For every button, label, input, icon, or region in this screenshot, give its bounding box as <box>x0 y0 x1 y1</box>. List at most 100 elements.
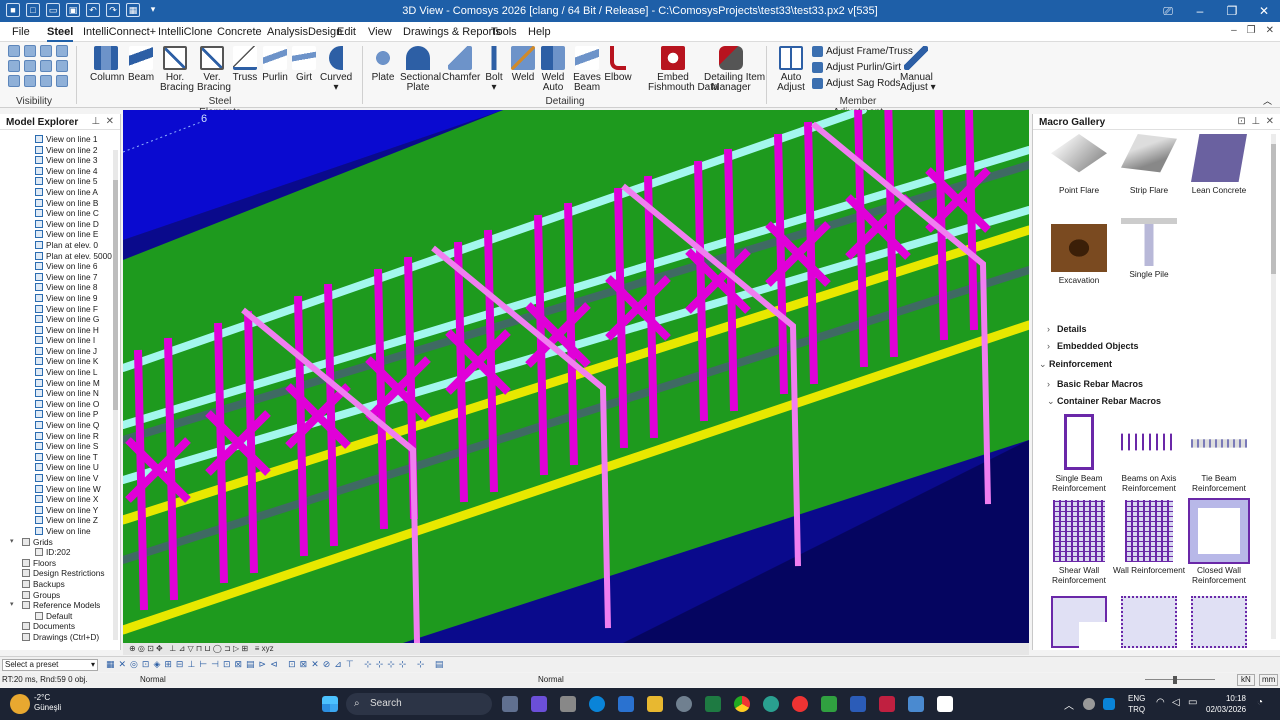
length-unit[interactable]: mm <box>1259 674 1279 686</box>
viewport-toolbar[interactable]: ⊕ ◎ ⊡ ✥ ⊥ ⊿ ▽ ⊓ ⊔ ◯ ⊐ ▷ ⊞ ≡ xyz <box>123 643 1029 655</box>
visibility-tool-icon[interactable] <box>8 45 20 57</box>
macro-rect-column-reinforcement[interactable] <box>1113 596 1185 652</box>
menu-file[interactable]: File <box>12 26 30 38</box>
menu-help[interactable]: Help <box>528 26 551 38</box>
manual-adjust-button[interactable]: Manual Adjust ▾ <box>900 46 936 93</box>
input-language[interactable]: ENG TRQ <box>1128 693 1145 715</box>
macro-lean-concrete[interactable]: Lean Concrete <box>1183 134 1255 196</box>
pin-close-icons[interactable]: ⊥ ✕ <box>91 116 114 127</box>
macro-beams-on-axis-reinforcement[interactable]: Beams on Axis Reinforcement <box>1113 414 1185 493</box>
beam-button[interactable]: Beam <box>128 46 154 83</box>
tree-item-view[interactable]: View on line T <box>0 452 120 463</box>
adjust-frame-truss-button[interactable]: Adjust Frame/Truss <box>812 46 913 57</box>
chrome-icon[interactable] <box>734 696 750 712</box>
sectional-plate-button[interactable]: Sectional Plate <box>400 46 441 93</box>
tree-item-view[interactable]: View on line B <box>0 198 120 209</box>
macro-single-pile[interactable]: Single Pile <box>1113 218 1185 280</box>
tree-item-view[interactable]: View on line J <box>0 346 120 357</box>
tree-item-view[interactable]: View on line O <box>0 399 120 410</box>
tree-item-reference-models[interactable]: ▾ Reference Models <box>0 600 120 611</box>
tree-item-view[interactable]: View on line I <box>0 335 120 346</box>
gallery-scrollbar[interactable] <box>1271 134 1276 639</box>
menu-tools[interactable]: Tools <box>491 26 517 38</box>
file-explorer-icon[interactable] <box>647 696 663 712</box>
visibility-tool-icon[interactable] <box>56 60 68 72</box>
zoom-slider-thumb[interactable] <box>1173 676 1177 684</box>
hor-bracing-button[interactable]: Hor. Bracing <box>160 46 194 93</box>
mdi-restore-icon[interactable]: ❐ <box>1247 25 1256 36</box>
truss-button[interactable]: Truss <box>231 46 259 83</box>
menu-drawings-reports[interactable]: Drawings & Reports <box>403 26 501 38</box>
battery-icon[interactable]: ▭ <box>1188 697 1197 708</box>
minimize-button[interactable]: – <box>1184 0 1216 22</box>
tree-item-view[interactable]: View on line X <box>0 494 120 505</box>
bolt-button[interactable]: Bolt ▾ <box>482 46 506 93</box>
section-reinforcement[interactable]: ⌄ Reinforcement <box>1039 359 1112 370</box>
collapse-ribbon-icon[interactable]: ︿ <box>1263 94 1272 107</box>
mdi-minimize-icon[interactable]: – <box>1231 25 1237 36</box>
tree-item-view[interactable]: View on line F <box>0 304 120 315</box>
tree-item-view[interactable]: View on line 7 <box>0 272 120 283</box>
tree-item-floors[interactable]: Floors <box>0 558 120 569</box>
macro-l-column-reinforcement[interactable] <box>1043 596 1115 652</box>
tree-item-view[interactable]: View on line 1 <box>0 134 120 145</box>
adjust-sag-rods-button[interactable]: Adjust Sag Rods <box>812 78 901 89</box>
chamfer-button[interactable]: Chamfer <box>442 46 480 83</box>
explorer-scrollbar[interactable] <box>113 150 118 640</box>
chrome-alt-icon[interactable] <box>792 696 808 712</box>
macro-rect-wall-column-reinforcement[interactable] <box>1183 596 1255 652</box>
tree-item-view[interactable]: View on line N <box>0 388 120 399</box>
tree-item-view[interactable]: View on line Y <box>0 505 120 516</box>
tree-item-view[interactable]: View on line G <box>0 314 120 325</box>
visibility-tool-icon[interactable] <box>24 75 36 87</box>
macro-excavation[interactable]: Excavation <box>1043 224 1115 286</box>
weld-auto-button[interactable]: Weld Auto <box>540 46 566 93</box>
tree-item-view[interactable]: Plan at elev. 5000 <box>0 251 120 262</box>
tree-item-view[interactable]: View on line R <box>0 431 120 442</box>
notification-bell-icon[interactable]: ◔ <box>1257 697 1263 708</box>
tree-item-view[interactable]: Plan at elev. 0 <box>0 240 120 251</box>
red-app-icon[interactable] <box>879 696 895 712</box>
menu-view[interactable]: View <box>368 26 392 38</box>
tree-item-backups[interactable]: Backups <box>0 579 120 590</box>
mail-icon[interactable] <box>618 696 634 712</box>
tree-item-view[interactable]: View on line 8 <box>0 282 120 293</box>
tray-cloud-icon[interactable] <box>1103 698 1115 710</box>
tree-item-view[interactable]: View on line D <box>0 219 120 230</box>
edge-icon[interactable] <box>589 696 605 712</box>
section-container-rebar-macros[interactable]: ⌄ Container Rebar Macros <box>1047 396 1161 407</box>
snip-tool-icon[interactable] <box>937 696 953 712</box>
snap-tools[interactable]: ▦✕◎⊡◈⊞⊟⊥⊢⊣⊡⊠▤⊳⊲ ⊡⊠✕⊘⊿⊤ ⊹⊹⊹⊹ ⊹ ▤ <box>106 659 447 670</box>
tree-item-view[interactable]: View on line Z <box>0 515 120 526</box>
network-app-icon[interactable] <box>763 696 779 712</box>
ver-bracing-button[interactable]: Ver. Bracing <box>197 46 231 93</box>
tree-item-grid-id[interactable]: ID:202 <box>0 547 120 558</box>
macro-strip-flare[interactable]: Strip Flare <box>1113 134 1185 196</box>
macro-tie-beam-reinforcement[interactable]: Tie Beam Reinforcement <box>1183 414 1255 493</box>
tree-item-drawings[interactable]: Drawings (Ctrl+D) <box>0 632 120 643</box>
curved-button[interactable]: Curved ▾ <box>320 46 352 93</box>
visibility-tool-icon[interactable] <box>24 45 36 57</box>
tree-item-view[interactable]: View on line W <box>0 484 120 495</box>
task-view-icon[interactable] <box>502 696 518 712</box>
embed-fishmouth-button[interactable]: Embed Fishmouth Data <box>648 46 719 93</box>
auto-adjust-button[interactable]: Auto Adjust <box>776 46 806 93</box>
macro-point-flare[interactable]: Point Flare <box>1043 134 1115 196</box>
column-button[interactable]: Column <box>90 46 124 83</box>
zoom-slider[interactable] <box>1145 679 1215 680</box>
section-embedded-objects[interactable]: › Embedded Objects <box>1047 341 1139 351</box>
plate-button[interactable]: Plate <box>370 46 396 83</box>
eaves-beam-button[interactable]: Eaves Beam <box>572 46 602 93</box>
tree-item-view[interactable]: View on line <box>0 526 120 537</box>
tree-item-view[interactable]: View on line A <box>0 187 120 198</box>
tree-item-view[interactable]: View on line C <box>0 208 120 219</box>
elbow-button[interactable]: Elbow <box>604 46 632 83</box>
comosys-icon[interactable] <box>908 696 924 712</box>
visibility-tool-icon[interactable] <box>40 60 52 72</box>
macro-closed-wall-reinforcement[interactable]: Closed Wall Reinforcement <box>1183 498 1255 585</box>
tree-item-view[interactable]: View on line U <box>0 462 120 473</box>
section-basic-rebar-macros[interactable]: › Basic Rebar Macros <box>1047 379 1143 389</box>
macro-shear-wall-reinforcement[interactable]: Shear Wall Reinforcement <box>1043 500 1115 585</box>
tree-item-documents[interactable]: Documents <box>0 621 120 632</box>
close-button[interactable]: ✕ <box>1248 0 1280 22</box>
